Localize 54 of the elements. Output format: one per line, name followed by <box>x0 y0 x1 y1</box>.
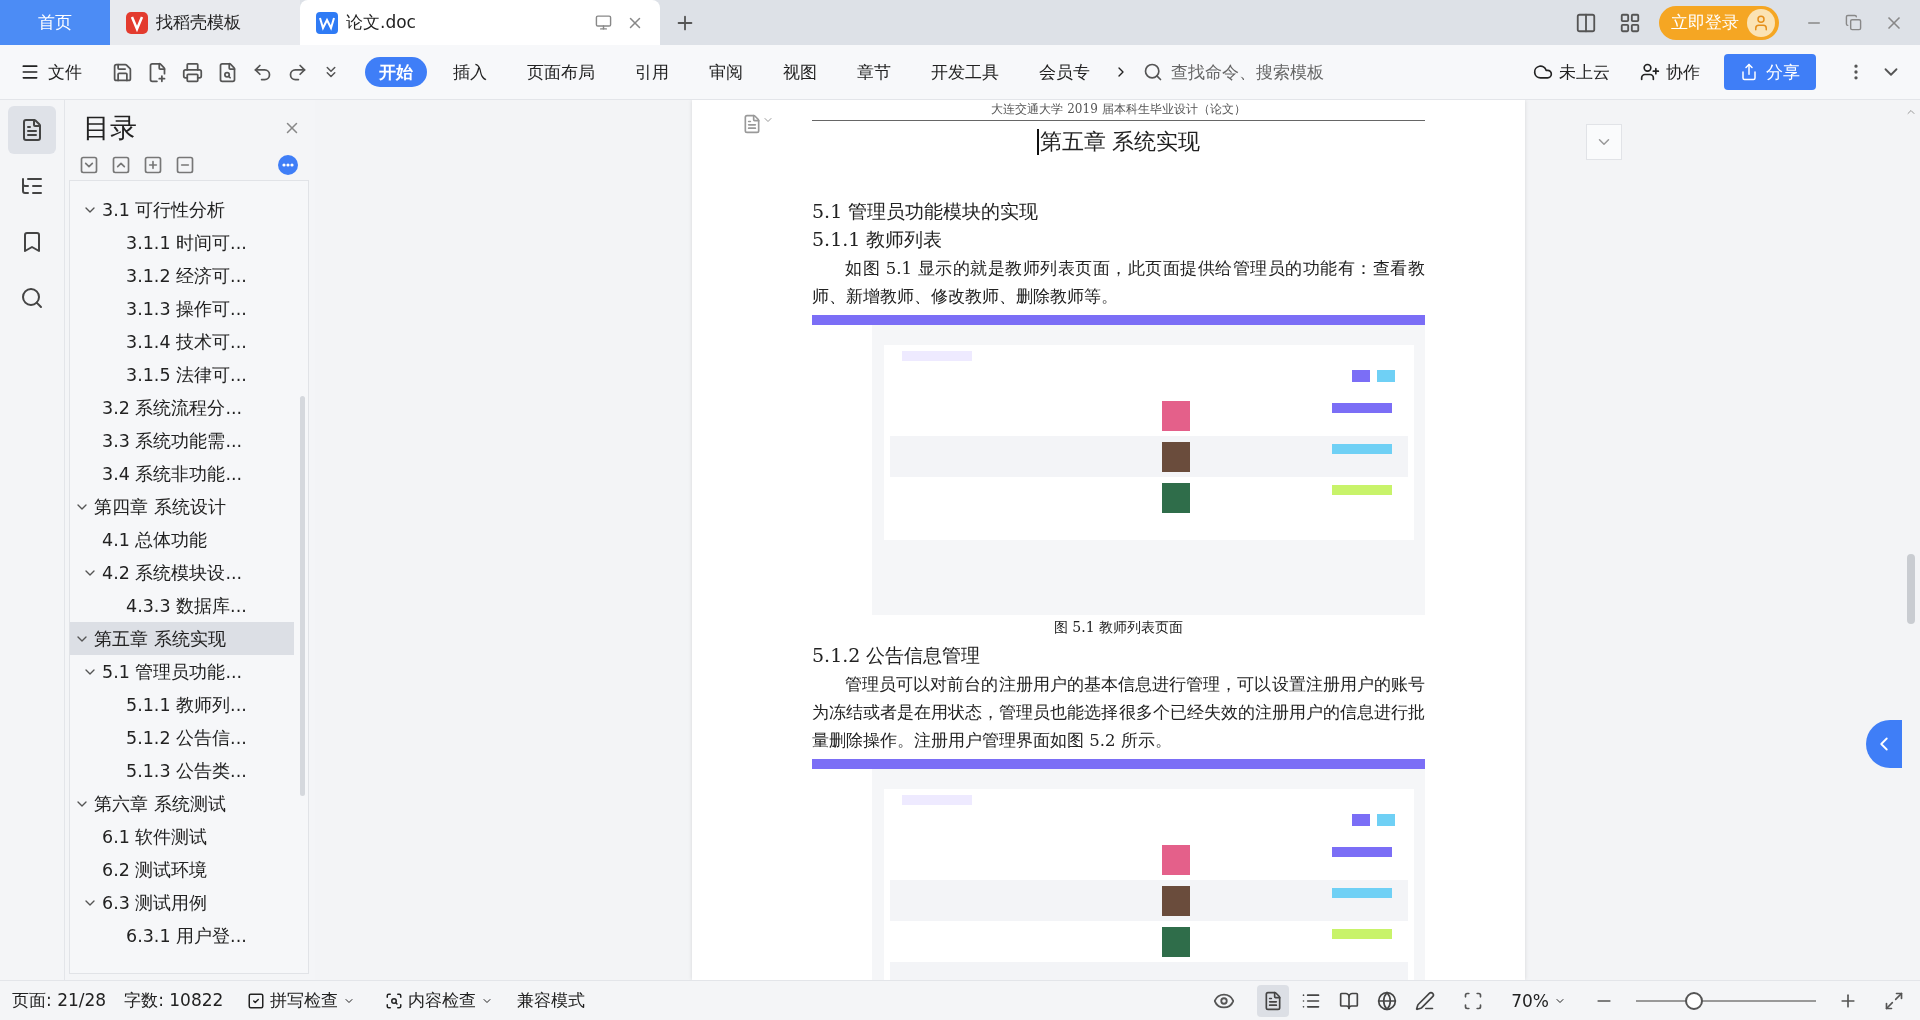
subsection-heading: 5.1.1 教师列表 <box>812 227 944 252</box>
spell-check-button[interactable]: 拼写检查 <box>241 988 362 1013</box>
page-count: 页面: 21/28 <box>12 989 107 1012</box>
ribbon-tab[interactable]: 视图 <box>769 57 831 87</box>
toc-item[interactable]: 6.2 测试环境 <box>70 853 294 886</box>
ribbon-tab[interactable]: 开发工具 <box>917 57 1013 87</box>
subsection-heading: 5.1.2 公告信息管理 <box>812 643 982 668</box>
toc-item[interactable]: 第四章 系统设计 <box>70 490 294 523</box>
figure-caption: 图 5.1 教师列表页面 <box>1052 619 1185 637</box>
toc-item[interactable]: 3.2 系统流程分... <box>70 391 294 424</box>
toc-item[interactable]: 3.1.1 时间可... <box>70 226 294 259</box>
toc-item[interactable]: 3.1.2 经济可... <box>70 259 294 292</box>
toc-item[interactable]: 3.1.3 操作可... <box>70 292 294 325</box>
chapter-title: 第五章 系统实现 <box>1039 128 1201 156</box>
toc-item[interactable]: 第六章 系统测试 <box>70 787 294 820</box>
toc-item[interactable]: 3.1.4 技术可... <box>70 325 294 358</box>
toc-item[interactable]: 4.2 系统模块设... <box>70 556 294 589</box>
ribbon-tab[interactable]: 开始 <box>365 57 427 87</box>
paragraph: 管理员可以对前台的注册用户的基本信息进行管理，可以设置注册用户的账号为冻结或者是在用状态，管理员也能选择很多个已经失效的注册用户的信息进行批量删除操作。注册用户管理界面如图 5.2 所示。 <box>812 674 1425 752</box>
ribbon-tab[interactable]: 章节 <box>843 57 905 87</box>
cloud-button[interactable]: 未上云 <box>1527 59 1616 85</box>
toc-item[interactable]: 5.1 管理员功能... <box>70 655 294 688</box>
ribbon-tab[interactable]: 会员专 <box>1025 57 1104 87</box>
collaborate-button[interactable]: 协作 <box>1634 59 1706 85</box>
toc-item[interactable]: 第五章 系统实现 <box>70 622 294 655</box>
compat-mode: 兼容模式 <box>517 989 586 1012</box>
ribbon-tab[interactable]: 插入 <box>439 57 501 87</box>
section-heading: 5.1 管理员功能模块的实现 <box>812 199 1040 224</box>
tab[interactable]: 论文.doc <box>300 0 660 45</box>
content-check-button[interactable]: 内容检查 <box>379 988 500 1013</box>
toc-item[interactable]: 5.1.1 教师列... <box>70 688 294 721</box>
search-field[interactable]: 查找命令、搜索模板 <box>1143 61 1343 83</box>
paragraph: 如图 5.1 显示的就是教师列表页面，此页面提供给管理员的功能有：查看教师、新增教师、修改教师、删除教师等。 <box>812 258 1425 308</box>
word-count: 字数: 10822 <box>124 989 224 1012</box>
ribbon-tab[interactable]: 审阅 <box>695 57 757 87</box>
share-button[interactable]: 分享 <box>1724 54 1816 90</box>
toc-item[interactable]: 3.1.5 法律可... <box>70 358 294 391</box>
toc-item[interactable]: 6.1 软件测试 <box>70 820 294 853</box>
toc-item[interactable]: 3.1 可行性分析 <box>70 193 294 226</box>
tab[interactable]: 找稻壳模板 <box>110 0 300 45</box>
toc-item[interactable]: 4.3.3 数据库... <box>70 589 294 622</box>
toc-item[interactable]: 6.3.1 用户登... <box>70 919 294 952</box>
toc-item[interactable]: 3.3 系统功能需... <box>70 424 294 457</box>
toc-item[interactable]: 6.3 测试用例 <box>70 886 294 919</box>
panel-title: 目录 <box>83 111 137 145</box>
page-header: 大连交通大学 2019 届本科生毕业设计（论文） <box>812 100 1425 121</box>
toc-item[interactable]: 4.1 总体功能 <box>70 523 294 556</box>
ribbon-tab[interactable]: 引用 <box>621 57 683 87</box>
ribbon-tab[interactable]: 页面布局 <box>513 57 609 87</box>
file-menu[interactable]: 文件 <box>14 59 88 85</box>
zoom-dropdown[interactable]: 70% <box>1505 989 1572 1012</box>
toc-item[interactable]: 5.1.2 公告信... <box>70 721 294 754</box>
toc-item[interactable]: 5.1.3 公告类... <box>70 754 294 787</box>
toc-item[interactable]: 3.4 系统非功能... <box>70 457 294 490</box>
